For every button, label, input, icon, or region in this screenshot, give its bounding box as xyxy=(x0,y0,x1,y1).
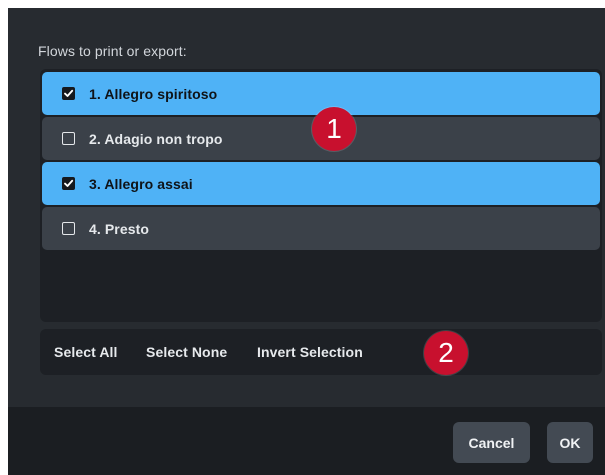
checkbox-checked-icon[interactable] xyxy=(62,87,75,100)
checkbox-checked-icon[interactable] xyxy=(62,177,75,190)
flow-row-1[interactable]: 1. Allegro spiritoso xyxy=(42,72,600,115)
dialog-footer: Cancel OK xyxy=(8,407,605,475)
callout-badge-1: 1 xyxy=(312,107,356,151)
flow-row-3[interactable]: 3. Allegro assai xyxy=(42,162,600,205)
flow-label: 3. Allegro assai xyxy=(89,175,193,192)
invert-selection-button[interactable]: Invert Selection xyxy=(257,329,363,375)
ok-button[interactable]: OK xyxy=(547,422,593,463)
flow-row-4[interactable]: 4. Presto xyxy=(42,207,600,250)
flow-list: 1. Allegro spiritoso 2. Adagio non tropo… xyxy=(40,69,602,322)
flow-label: 2. Adagio non tropo xyxy=(89,130,223,147)
select-all-button[interactable]: Select All xyxy=(54,329,118,375)
checkbox-unchecked-icon[interactable] xyxy=(62,222,75,235)
print-export-flows-dialog: Flows to print or export: 1. Allegro spi… xyxy=(8,8,605,475)
cancel-button[interactable]: Cancel xyxy=(453,422,530,463)
flow-label: 4. Presto xyxy=(89,220,150,237)
callout-badge-2: 2 xyxy=(424,331,468,375)
flows-section-label: Flows to print or export: xyxy=(38,43,187,59)
checkbox-unchecked-icon[interactable] xyxy=(62,132,75,145)
flow-label: 1. Allegro spiritoso xyxy=(89,85,218,102)
select-none-button[interactable]: Select None xyxy=(146,329,227,375)
selection-actions-bar: Select All Select None Invert Selection xyxy=(40,329,602,375)
